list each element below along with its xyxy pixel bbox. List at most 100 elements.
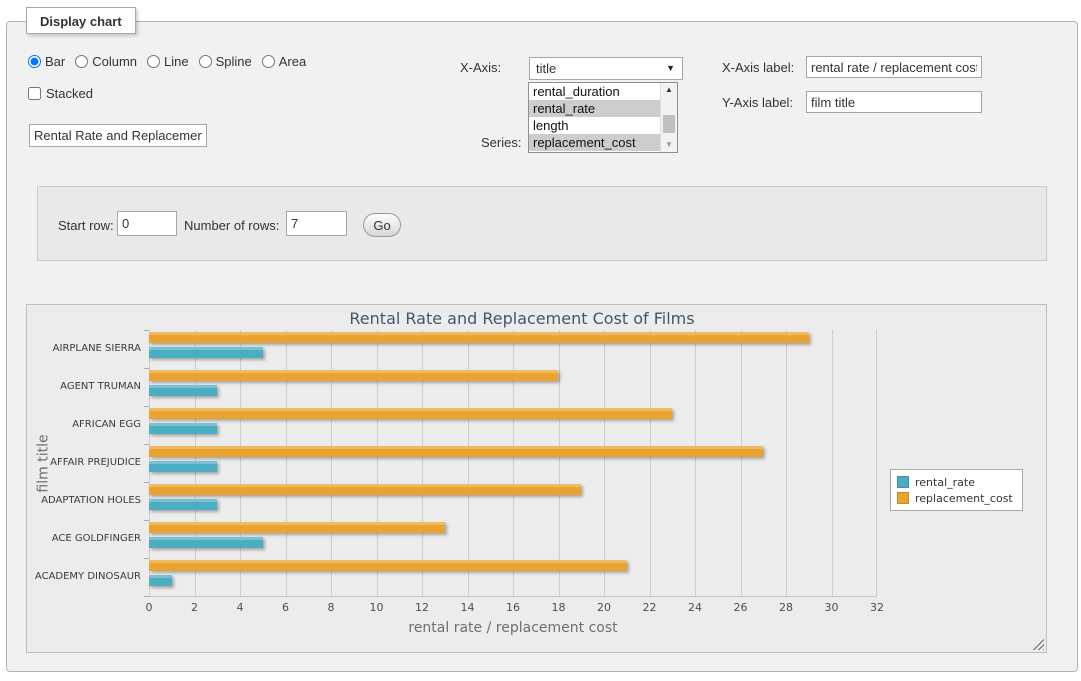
go-button[interactable]: Go <box>363 213 401 237</box>
y-axis-label-caption: Y-Axis label: <box>722 95 793 110</box>
chart-type-bar[interactable]: Bar <box>28 54 65 69</box>
category-tick <box>144 596 149 597</box>
bar-replacement_cost[interactable] <box>149 484 581 495</box>
bar-rental_rate[interactable] <box>149 461 217 472</box>
scrollbar-thumb[interactable] <box>663 115 675 133</box>
chart-type-bar-radio[interactable] <box>28 55 41 68</box>
legend-entry-rental_rate[interactable]: rental_rate <box>897 474 1013 490</box>
bar-replacement_cost[interactable] <box>149 408 672 419</box>
bar-replacement_cost[interactable] <box>149 332 809 343</box>
bar-highlight <box>149 332 809 335</box>
legend-entry-replacement_cost[interactable]: replacement_cost <box>897 490 1013 506</box>
bar-replacement_cost[interactable] <box>149 446 763 457</box>
bar-replacement_cost[interactable] <box>149 522 445 533</box>
x-tick-label: 28 <box>766 601 806 614</box>
bar-highlight <box>149 560 627 563</box>
category-tick <box>144 558 149 559</box>
x-axis-select[interactable]: title ▼ <box>529 57 683 80</box>
x-tick-label: 8 <box>311 601 351 614</box>
x-tick-label: 20 <box>584 601 624 614</box>
series-option-3[interactable]: replacement_cost <box>529 134 660 151</box>
num-rows-label: Number of rows: <box>184 218 279 233</box>
chart-type-spline[interactable]: Spline <box>199 54 252 69</box>
plot-area <box>149 330 877 597</box>
bar-highlight <box>149 370 558 373</box>
x-tick-label: 12 <box>402 601 442 614</box>
x-tick-label: 26 <box>721 601 761 614</box>
bar-rental_rate[interactable] <box>149 347 263 358</box>
chart-type-bar-label: Bar <box>45 54 65 69</box>
category-label: AFRICAN EGG <box>27 406 141 444</box>
gridline <box>604 330 605 596</box>
fieldset-legend: Display chart <box>26 7 136 34</box>
x-tick-label: 4 <box>220 601 260 614</box>
bar-highlight <box>149 423 217 426</box>
chart-type-spline-radio[interactable] <box>199 55 212 68</box>
gridline <box>741 330 742 596</box>
chart-type-column-radio[interactable] <box>75 55 88 68</box>
num-rows-input[interactable] <box>286 211 347 236</box>
x-tick-label: 6 <box>266 601 306 614</box>
chart-type-column[interactable]: Column <box>75 54 137 69</box>
bar-replacement_cost[interactable] <box>149 560 627 571</box>
legend-swatch <box>897 476 909 488</box>
bar-rental_rate[interactable] <box>149 385 217 396</box>
chart-type-line-radio[interactable] <box>147 55 160 68</box>
chart-type-line[interactable]: Line <box>147 54 189 69</box>
category-label: AFFAIR PREJUDICE <box>27 444 141 482</box>
chart-type-area-radio[interactable] <box>262 55 275 68</box>
x-tick-label: 18 <box>539 601 579 614</box>
series-scrollbar[interactable]: ▲ ▼ <box>660 83 677 152</box>
series-label: Series: <box>481 135 521 150</box>
stacked-label: Stacked <box>46 86 93 101</box>
x-tick-label: 24 <box>675 601 715 614</box>
bar-highlight <box>149 575 172 578</box>
bar-highlight <box>149 484 581 487</box>
resize-grip-icon[interactable] <box>1032 638 1044 650</box>
series-option-2[interactable]: length <box>529 117 660 134</box>
category-label: ADAPTATION HOLES <box>27 482 141 520</box>
series-listbox[interactable]: rental_duration rental_rate length repla… <box>528 82 678 153</box>
gridline <box>559 330 560 596</box>
scroll-up-icon[interactable]: ▲ <box>661 83 677 97</box>
x-tick-label: 16 <box>493 601 533 614</box>
chart-type-area[interactable]: Area <box>262 54 306 69</box>
gridline <box>832 330 833 596</box>
y-axis-label-input[interactable] <box>806 91 982 113</box>
x-tick-label: 2 <box>175 601 215 614</box>
bar-highlight <box>149 408 672 411</box>
chart-type-area-label: Area <box>279 54 306 69</box>
category-tick <box>144 520 149 521</box>
stacked-checkbox[interactable]: Stacked <box>28 86 93 101</box>
start-row-input[interactable] <box>117 211 177 236</box>
legend-label: rental_rate <box>915 476 975 489</box>
chart-container: Rental Rate and Replacement Cost of Film… <box>26 304 1047 653</box>
category-tick <box>144 482 149 483</box>
chart-type-column-label: Column <box>92 54 137 69</box>
x-tick-label: 30 <box>812 601 852 614</box>
gridline <box>876 330 877 596</box>
category-label: ACADEMY DINOSAUR <box>27 558 141 596</box>
chart-type-options: Bar Column Line Spline Area <box>28 54 306 69</box>
bar-rental_rate[interactable] <box>149 537 263 548</box>
x-axis-label-input[interactable] <box>806 56 982 78</box>
x-tick-label: 22 <box>630 601 670 614</box>
x-axis-label: X-Axis: <box>460 60 501 75</box>
series-option-1[interactable]: rental_rate <box>529 100 660 117</box>
bar-rental_rate[interactable] <box>149 423 217 434</box>
row-range-panel: Start row: Number of rows: Go <box>37 186 1047 261</box>
x-axis-label-caption: X-Axis label: <box>722 60 794 75</box>
legend-label: replacement_cost <box>915 492 1013 505</box>
x-tick-label: 14 <box>448 601 488 614</box>
bar-rental_rate[interactable] <box>149 499 217 510</box>
gridline <box>695 330 696 596</box>
stacked-checkbox-input[interactable] <box>28 87 41 100</box>
bar-highlight <box>149 446 763 449</box>
scroll-down-icon[interactable]: ▼ <box>661 138 677 152</box>
bar-replacement_cost[interactable] <box>149 370 558 381</box>
chart-legend[interactable]: rental_rate replacement_cost <box>890 469 1023 511</box>
chart-title-input[interactable] <box>29 124 207 147</box>
series-option-0[interactable]: rental_duration <box>529 83 660 100</box>
bar-rental_rate[interactable] <box>149 575 172 586</box>
chart-type-line-label: Line <box>164 54 189 69</box>
